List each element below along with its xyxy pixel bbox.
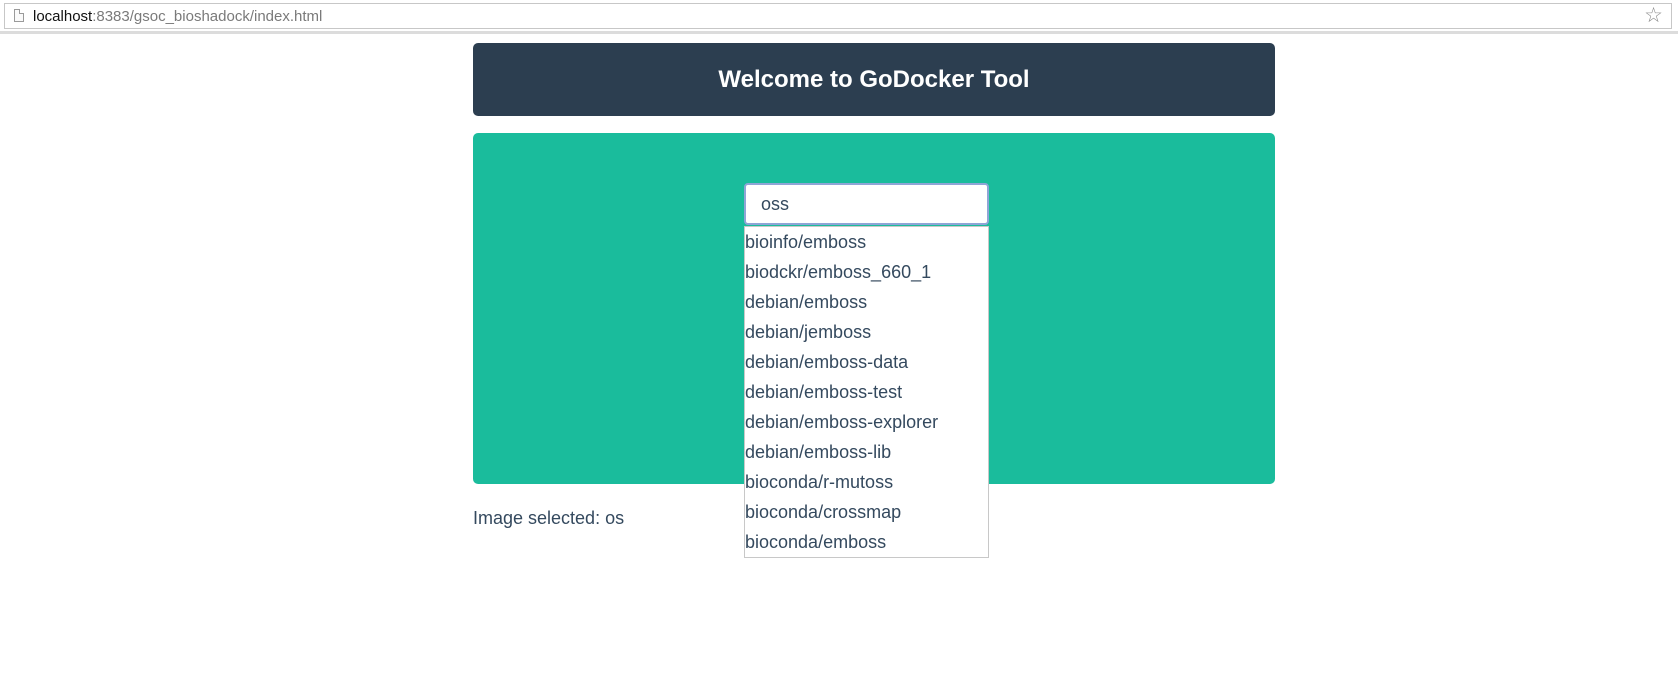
suggestion-item[interactable]: bioinfo/emboss [745,227,988,257]
star-icon[interactable]: ☆ [1644,5,1663,26]
page-icon [14,9,24,22]
suggestion-item[interactable]: bioconda/crossmap [745,497,988,527]
url-text[interactable]: localhost:8383/gsoc_bioshadock/index.htm… [33,8,322,25]
page-title: Welcome to GoDocker Tool [718,65,1030,93]
suggestions-dropdown: bioinfo/emboss biodckr/emboss_660_1 debian… [744,226,989,558]
image-selected-label: Image selected: os [473,508,625,528]
url-path: :8383/gsoc_bioshadock/index.html [92,8,323,25]
suggestion-item[interactable]: debian/emboss-lib [745,437,988,467]
search-input[interactable] [744,183,989,225]
suggestion-item[interactable]: bioconda/emboss [745,527,988,557]
suggestion-item[interactable]: bioconda/r-mutoss [745,467,988,497]
page-header: Welcome to GoDocker Tool [473,43,1275,116]
suggestion-item[interactable]: debian/emboss [745,287,988,317]
url-host: localhost [33,8,93,25]
browser-address-bar: localhost:8383/gsoc_bioshadock/index.htm… [0,0,1678,34]
url-field[interactable]: localhost:8383/gsoc_bioshadock/index.htm… [4,3,1672,29]
suggestion-item[interactable]: biodckr/emboss_660_1 [745,257,988,287]
suggestion-item[interactable]: debian/emboss-test [745,377,988,407]
suggestion-item[interactable]: debian/jemboss [745,317,988,347]
suggestion-item[interactable]: debian/emboss-data [745,347,988,377]
suggestion-item[interactable]: debian/emboss-explorer [745,407,988,437]
